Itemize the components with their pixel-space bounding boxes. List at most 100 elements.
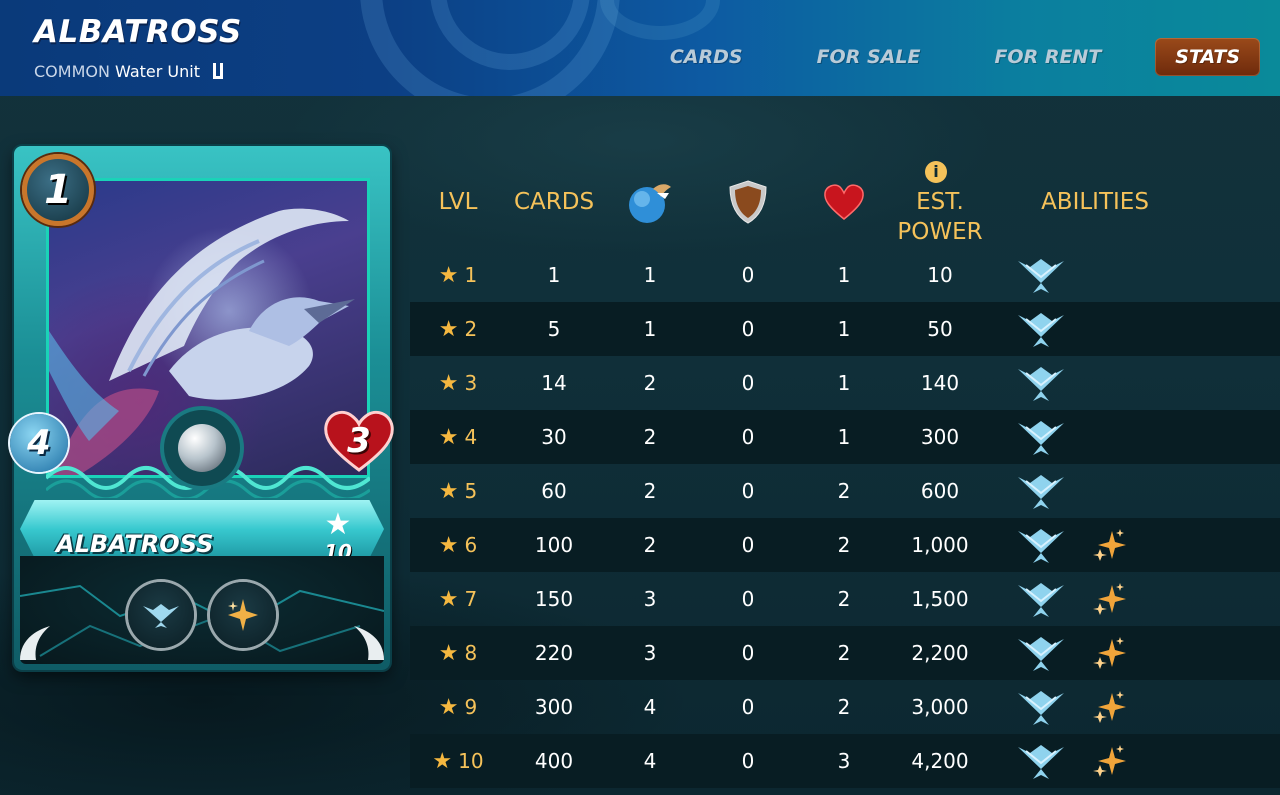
row-cards: 60 — [541, 479, 567, 503]
row-level: ★ 1 — [438, 262, 478, 288]
table-row: ★ 1 1 1 0 1 10 — [410, 248, 1280, 302]
row-health: 2 — [837, 695, 851, 719]
row-level: ★ 9 — [438, 694, 478, 720]
tab-for-sale[interactable]: FOR SALE — [817, 46, 921, 68]
flying-icon[interactable] — [1016, 633, 1066, 673]
row-cards: 100 — [534, 533, 574, 557]
header-bar: ALBATROSS COMMON Water Unit CARDS FOR SA… — [0, 0, 1280, 96]
row-speed: 1 — [643, 263, 657, 287]
health-stat-badge: 3 — [322, 408, 396, 474]
card-ability-panel — [20, 556, 384, 664]
est-power-label: EST. POWER — [897, 189, 983, 245]
row-health: 2 — [837, 587, 851, 611]
row-health: 1 — [837, 371, 851, 395]
table-row: ★ 8 220 3 0 2 2,200 — [410, 626, 1280, 680]
flying-icon[interactable] — [1016, 741, 1066, 781]
row-level: ★ 4 — [438, 424, 478, 450]
flying-icon — [143, 604, 179, 628]
row-power: 4,200 — [911, 749, 969, 773]
shield-sparkle-icon[interactable] — [1090, 687, 1140, 727]
row-speed: 2 — [643, 425, 657, 449]
row-armor: 0 — [741, 371, 755, 395]
row-power: 600 — [920, 479, 960, 503]
row-armor: 0 — [741, 587, 755, 611]
flying-icon[interactable] — [1016, 687, 1066, 727]
shield-sparkle-icon — [228, 599, 258, 631]
row-armor: 0 — [741, 317, 755, 341]
row-power: 50 — [927, 317, 953, 341]
row-level: ★ 10 — [432, 748, 484, 774]
armor-shield-icon — [729, 180, 767, 224]
level-star-icon: ★ — [438, 694, 459, 720]
table-row: ★ 2 5 1 0 1 50 — [410, 302, 1280, 356]
flying-ability-icon[interactable] — [128, 582, 194, 648]
flying-icon[interactable] — [1016, 579, 1066, 619]
table-row: ★ 5 60 2 0 2 600 — [410, 464, 1280, 518]
stats-table: LVL CARDS iEST. POWER ABILITIES ★ 1 1 1 … — [410, 160, 1280, 788]
row-level: ★ 8 — [438, 640, 478, 666]
level-star-icon: ★ — [438, 640, 459, 666]
level-star-icon: ★ — [324, 507, 352, 542]
row-level: ★ 2 — [438, 316, 478, 342]
card-subtitle: COMMON Water Unit — [34, 62, 224, 81]
pearl-gem — [164, 410, 240, 486]
page-title: ALBATROSS — [34, 14, 242, 50]
flying-icon[interactable] — [1016, 255, 1066, 295]
row-cards: 5 — [547, 317, 561, 341]
level-star-icon: ★ — [438, 424, 459, 450]
horn-ornament-right — [354, 626, 384, 660]
row-level: ★ 6 — [438, 532, 478, 558]
row-health: 1 — [837, 425, 851, 449]
tab-stats[interactable]: STATS — [1155, 38, 1260, 76]
header-health — [796, 160, 892, 244]
row-cards: 400 — [534, 749, 574, 773]
row-armor: 0 — [741, 425, 755, 449]
health-value: 3 — [347, 421, 371, 461]
row-armor: 0 — [741, 641, 755, 665]
row-speed: 2 — [643, 371, 657, 395]
row-health: 2 — [837, 533, 851, 557]
monster-card: 1 4 3 ALBATROSS ★ 10 — [10, 146, 394, 670]
row-speed: 2 — [643, 533, 657, 557]
flying-icon[interactable] — [1016, 417, 1066, 457]
row-power: 2,200 — [911, 641, 969, 665]
row-power: 1,000 — [911, 533, 969, 557]
row-speed: 4 — [643, 695, 657, 719]
tab-cards[interactable]: CARDS — [670, 46, 743, 68]
row-health: 3 — [837, 749, 851, 773]
row-power: 3,000 — [911, 695, 969, 719]
flying-icon[interactable] — [1016, 309, 1066, 349]
speed-stat-badge: 4 — [10, 414, 68, 472]
shield-sparkle-icon[interactable] — [1090, 741, 1140, 781]
row-cards: 300 — [534, 695, 574, 719]
header-swirl — [600, 0, 720, 40]
row-level: ★ 5 — [438, 478, 478, 504]
row-speed: 3 — [643, 641, 657, 665]
row-health: 1 — [837, 317, 851, 341]
flying-icon[interactable] — [1016, 363, 1066, 403]
info-icon[interactable]: i — [925, 161, 947, 183]
row-level: ★ 7 — [438, 586, 478, 612]
row-armor: 0 — [741, 749, 755, 773]
table-row: ★ 9 300 4 0 2 3,000 — [410, 680, 1280, 734]
cracked-pattern — [20, 584, 384, 657]
row-power: 140 — [920, 371, 960, 395]
row-health: 1 — [837, 263, 851, 287]
shield-sparkle-icon[interactable] — [1090, 579, 1140, 619]
divine-sparkle-ability-icon[interactable] — [210, 582, 276, 648]
nav-tabs: CARDS FOR SALE FOR RENT STATS — [670, 38, 1260, 76]
row-cards: 14 — [541, 371, 567, 395]
row-speed: 2 — [643, 479, 657, 503]
table-row: ★ 3 14 2 0 1 140 — [410, 356, 1280, 410]
row-armor: 0 — [741, 479, 755, 503]
row-cards: 1 — [547, 263, 561, 287]
shield-sparkle-icon[interactable] — [1090, 525, 1140, 565]
tab-for-rent[interactable]: FOR RENT — [994, 46, 1101, 68]
shield-sparkle-icon[interactable] — [1090, 633, 1140, 673]
row-speed: 1 — [643, 317, 657, 341]
flying-icon[interactable] — [1016, 471, 1066, 511]
flying-icon[interactable] — [1016, 525, 1066, 565]
row-armor: 0 — [741, 695, 755, 719]
level-star-icon: ★ — [438, 478, 459, 504]
speed-icon — [629, 184, 671, 223]
